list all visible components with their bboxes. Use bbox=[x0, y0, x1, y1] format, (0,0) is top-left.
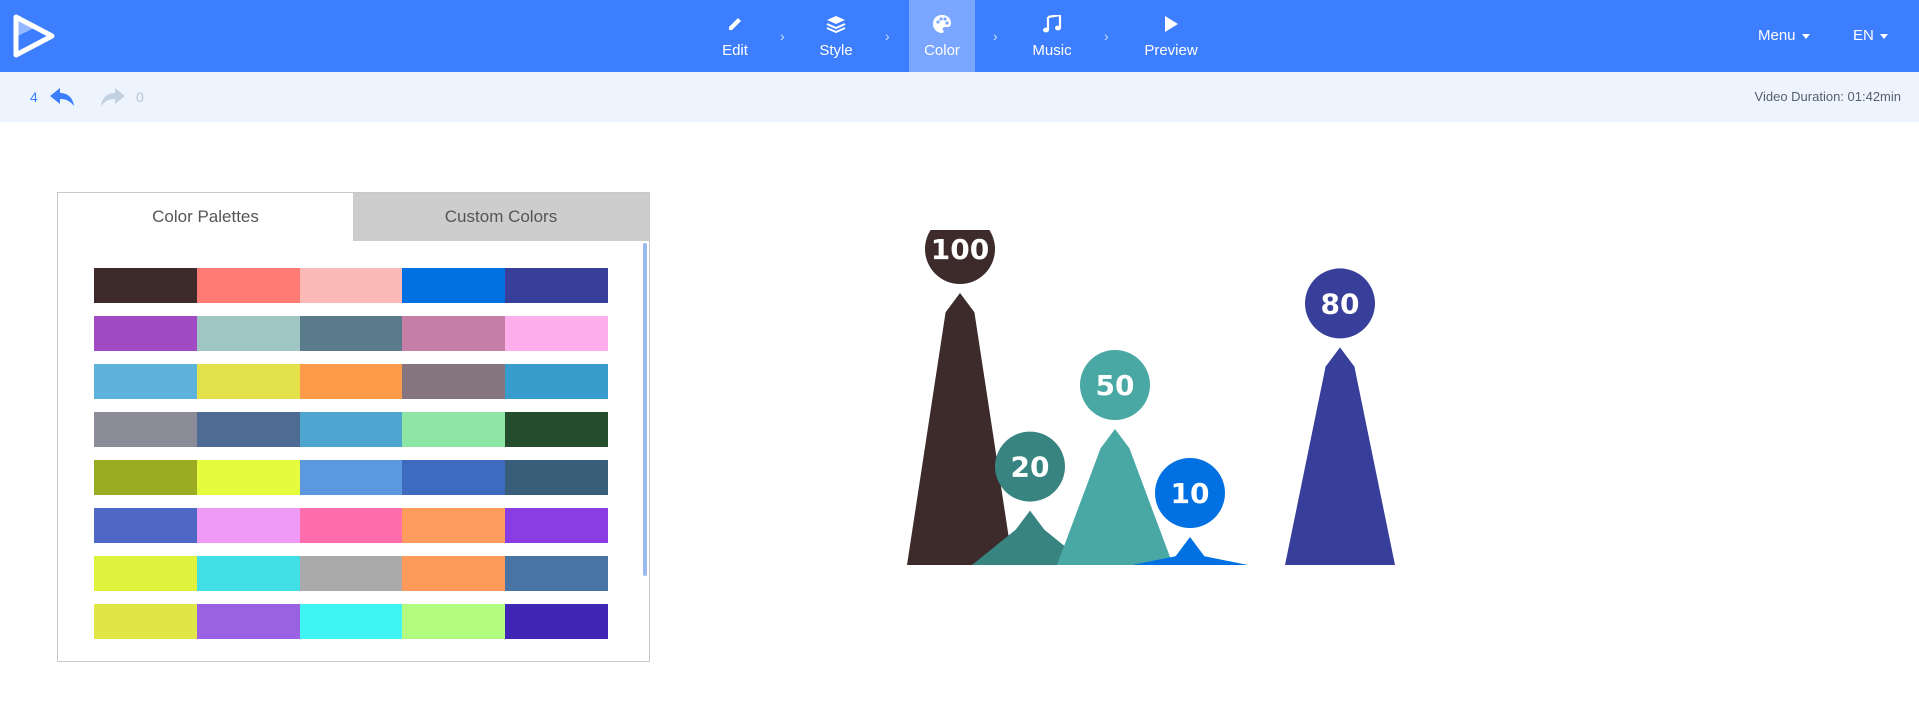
tab-custom-colors[interactable]: Custom Colors bbox=[353, 193, 649, 241]
color-swatch bbox=[299, 556, 403, 591]
video-duration: Video Duration: 01:42min bbox=[1754, 89, 1901, 104]
color-swatch bbox=[402, 604, 506, 639]
color-swatch bbox=[299, 364, 403, 399]
color-swatch bbox=[402, 412, 506, 447]
play-icon bbox=[1160, 13, 1182, 35]
color-swatch bbox=[94, 412, 197, 447]
palette-scrollbar[interactable] bbox=[643, 243, 647, 576]
step-navigation: Edit › Style › Color › Music › Preview bbox=[0, 0, 1919, 72]
chevron-right-icon: › bbox=[1104, 28, 1109, 44]
step-music[interactable]: Music bbox=[1030, 0, 1074, 72]
history-bar: 4 0 Video Duration: 01:42min bbox=[0, 72, 1919, 122]
color-swatch bbox=[505, 316, 608, 351]
mountain-bar bbox=[1285, 347, 1395, 565]
language-dropdown[interactable]: EN bbox=[1853, 27, 1888, 44]
step-label: Preview bbox=[1144, 42, 1198, 59]
color-swatch bbox=[196, 316, 300, 351]
color-swatch bbox=[402, 556, 506, 591]
palette-row[interactable] bbox=[94, 316, 608, 351]
color-swatch bbox=[505, 364, 608, 399]
color-swatch bbox=[299, 604, 403, 639]
color-swatch bbox=[299, 316, 403, 351]
language-label: EN bbox=[1853, 27, 1874, 44]
color-swatch bbox=[402, 364, 506, 399]
palette-row[interactable] bbox=[94, 268, 608, 303]
palette-list bbox=[94, 268, 608, 652]
palette-icon bbox=[931, 13, 953, 35]
value-label: 100 bbox=[931, 233, 989, 266]
caret-down-icon bbox=[1879, 33, 1888, 39]
undo-icon[interactable] bbox=[48, 85, 76, 109]
color-swatch bbox=[505, 604, 608, 639]
pencil-icon bbox=[724, 13, 746, 35]
palette-row[interactable] bbox=[94, 412, 608, 447]
chevron-right-icon: › bbox=[780, 28, 785, 44]
step-label: Music bbox=[1032, 42, 1072, 59]
tab-color-palettes[interactable]: Color Palettes bbox=[58, 193, 353, 241]
color-swatch bbox=[299, 268, 403, 303]
chevron-right-icon: › bbox=[993, 28, 998, 44]
color-swatch bbox=[196, 508, 300, 543]
step-style[interactable]: Style bbox=[811, 0, 861, 72]
color-swatch bbox=[505, 412, 608, 447]
caret-down-icon bbox=[1801, 33, 1810, 39]
step-label: Color bbox=[924, 42, 960, 59]
color-swatch bbox=[196, 268, 300, 303]
color-swatch bbox=[299, 460, 403, 495]
color-swatch bbox=[196, 412, 300, 447]
step-color[interactable]: Color bbox=[909, 0, 975, 72]
color-swatch bbox=[299, 508, 403, 543]
palette-row[interactable] bbox=[94, 508, 608, 543]
color-swatch bbox=[299, 412, 403, 447]
color-swatch bbox=[505, 268, 608, 303]
color-swatch bbox=[94, 364, 197, 399]
value-label: 80 bbox=[1321, 287, 1360, 320]
step-label: Edit bbox=[722, 42, 748, 59]
color-swatch bbox=[94, 268, 197, 303]
redo-icon[interactable] bbox=[99, 85, 127, 109]
color-swatch bbox=[196, 460, 300, 495]
color-swatch bbox=[196, 604, 300, 639]
palette-row[interactable] bbox=[94, 364, 608, 399]
color-swatch bbox=[196, 556, 300, 591]
step-edit[interactable]: Edit bbox=[711, 0, 759, 72]
color-swatch bbox=[505, 460, 608, 495]
color-swatch bbox=[94, 604, 197, 639]
mountain-chart: 100 20 50 10 80 bbox=[907, 230, 1395, 565]
mountain-bar bbox=[907, 293, 1013, 565]
color-swatch bbox=[402, 268, 506, 303]
undo-count: 4 bbox=[30, 89, 38, 105]
palette-row[interactable] bbox=[94, 604, 608, 639]
color-swatch bbox=[402, 508, 506, 543]
color-swatch bbox=[196, 364, 300, 399]
color-swatch bbox=[402, 316, 506, 351]
color-swatch bbox=[94, 316, 197, 351]
top-nav-bar: Edit › Style › Color › Music › Preview M… bbox=[0, 0, 1919, 72]
value-label: 10 bbox=[1171, 477, 1210, 510]
menu-label: Menu bbox=[1758, 27, 1796, 44]
layers-icon bbox=[825, 13, 847, 35]
value-label: 20 bbox=[1011, 451, 1050, 484]
step-label: Style bbox=[819, 42, 853, 59]
redo-count: 0 bbox=[136, 89, 144, 105]
color-panel: Color Palettes Custom Colors bbox=[57, 192, 650, 662]
menu-dropdown[interactable]: Menu bbox=[1758, 27, 1810, 44]
color-swatch bbox=[505, 508, 608, 543]
palette-row[interactable] bbox=[94, 556, 608, 591]
color-swatch bbox=[94, 508, 197, 543]
color-swatch bbox=[94, 556, 197, 591]
chevron-right-icon: › bbox=[885, 28, 890, 44]
step-preview[interactable]: Preview bbox=[1140, 0, 1202, 72]
palette-row[interactable] bbox=[94, 460, 608, 495]
color-swatch bbox=[402, 460, 506, 495]
color-swatch bbox=[94, 460, 197, 495]
color-tabs: Color Palettes Custom Colors bbox=[58, 193, 649, 241]
music-note-icon bbox=[1041, 13, 1063, 35]
value-label: 50 bbox=[1096, 369, 1135, 402]
color-swatch bbox=[505, 556, 608, 591]
